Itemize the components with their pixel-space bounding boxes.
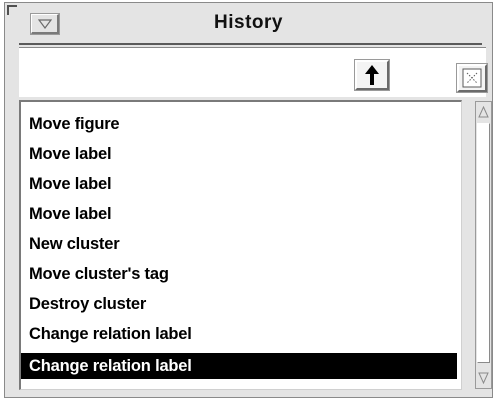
window-title: History xyxy=(214,12,283,33)
history-item[interactable]: Move figure xyxy=(21,109,457,139)
toolbar xyxy=(19,47,488,97)
scroll-up-arrow-icon xyxy=(478,106,489,118)
vertical-scrollbar[interactable] xyxy=(475,101,492,389)
history-item[interactable]: New cluster xyxy=(21,229,457,259)
history-item[interactable]: Move cluster's tag xyxy=(21,259,457,289)
history-item-selected[interactable]: Change relation label xyxy=(21,353,457,379)
history-item[interactable]: Move label xyxy=(21,139,457,169)
history-item[interactable]: Destroy cluster xyxy=(21,289,457,319)
scroll-thumb[interactable] xyxy=(477,123,490,363)
up-button[interactable] xyxy=(354,59,390,91)
up-arrow-icon xyxy=(365,65,379,85)
scroll-down-arrow-icon xyxy=(478,372,489,384)
title-bar[interactable]: History xyxy=(5,3,492,41)
history-window: History Move figure Move label Move labe… xyxy=(4,2,493,398)
scroll-up-button[interactable] xyxy=(477,103,490,121)
scroll-down-button[interactable] xyxy=(477,369,490,387)
history-item[interactable]: Change relation label xyxy=(21,319,457,349)
history-item[interactable]: Move label xyxy=(21,199,457,229)
history-list-panel[interactable]: Move figure Move label Move label Move l… xyxy=(19,100,462,390)
history-list[interactable]: Move figure Move label Move label Move l… xyxy=(21,102,461,379)
close-box-icon xyxy=(462,68,482,88)
title-divider xyxy=(19,43,482,45)
history-item[interactable]: Move label xyxy=(21,169,457,199)
close-button[interactable] xyxy=(456,63,488,93)
